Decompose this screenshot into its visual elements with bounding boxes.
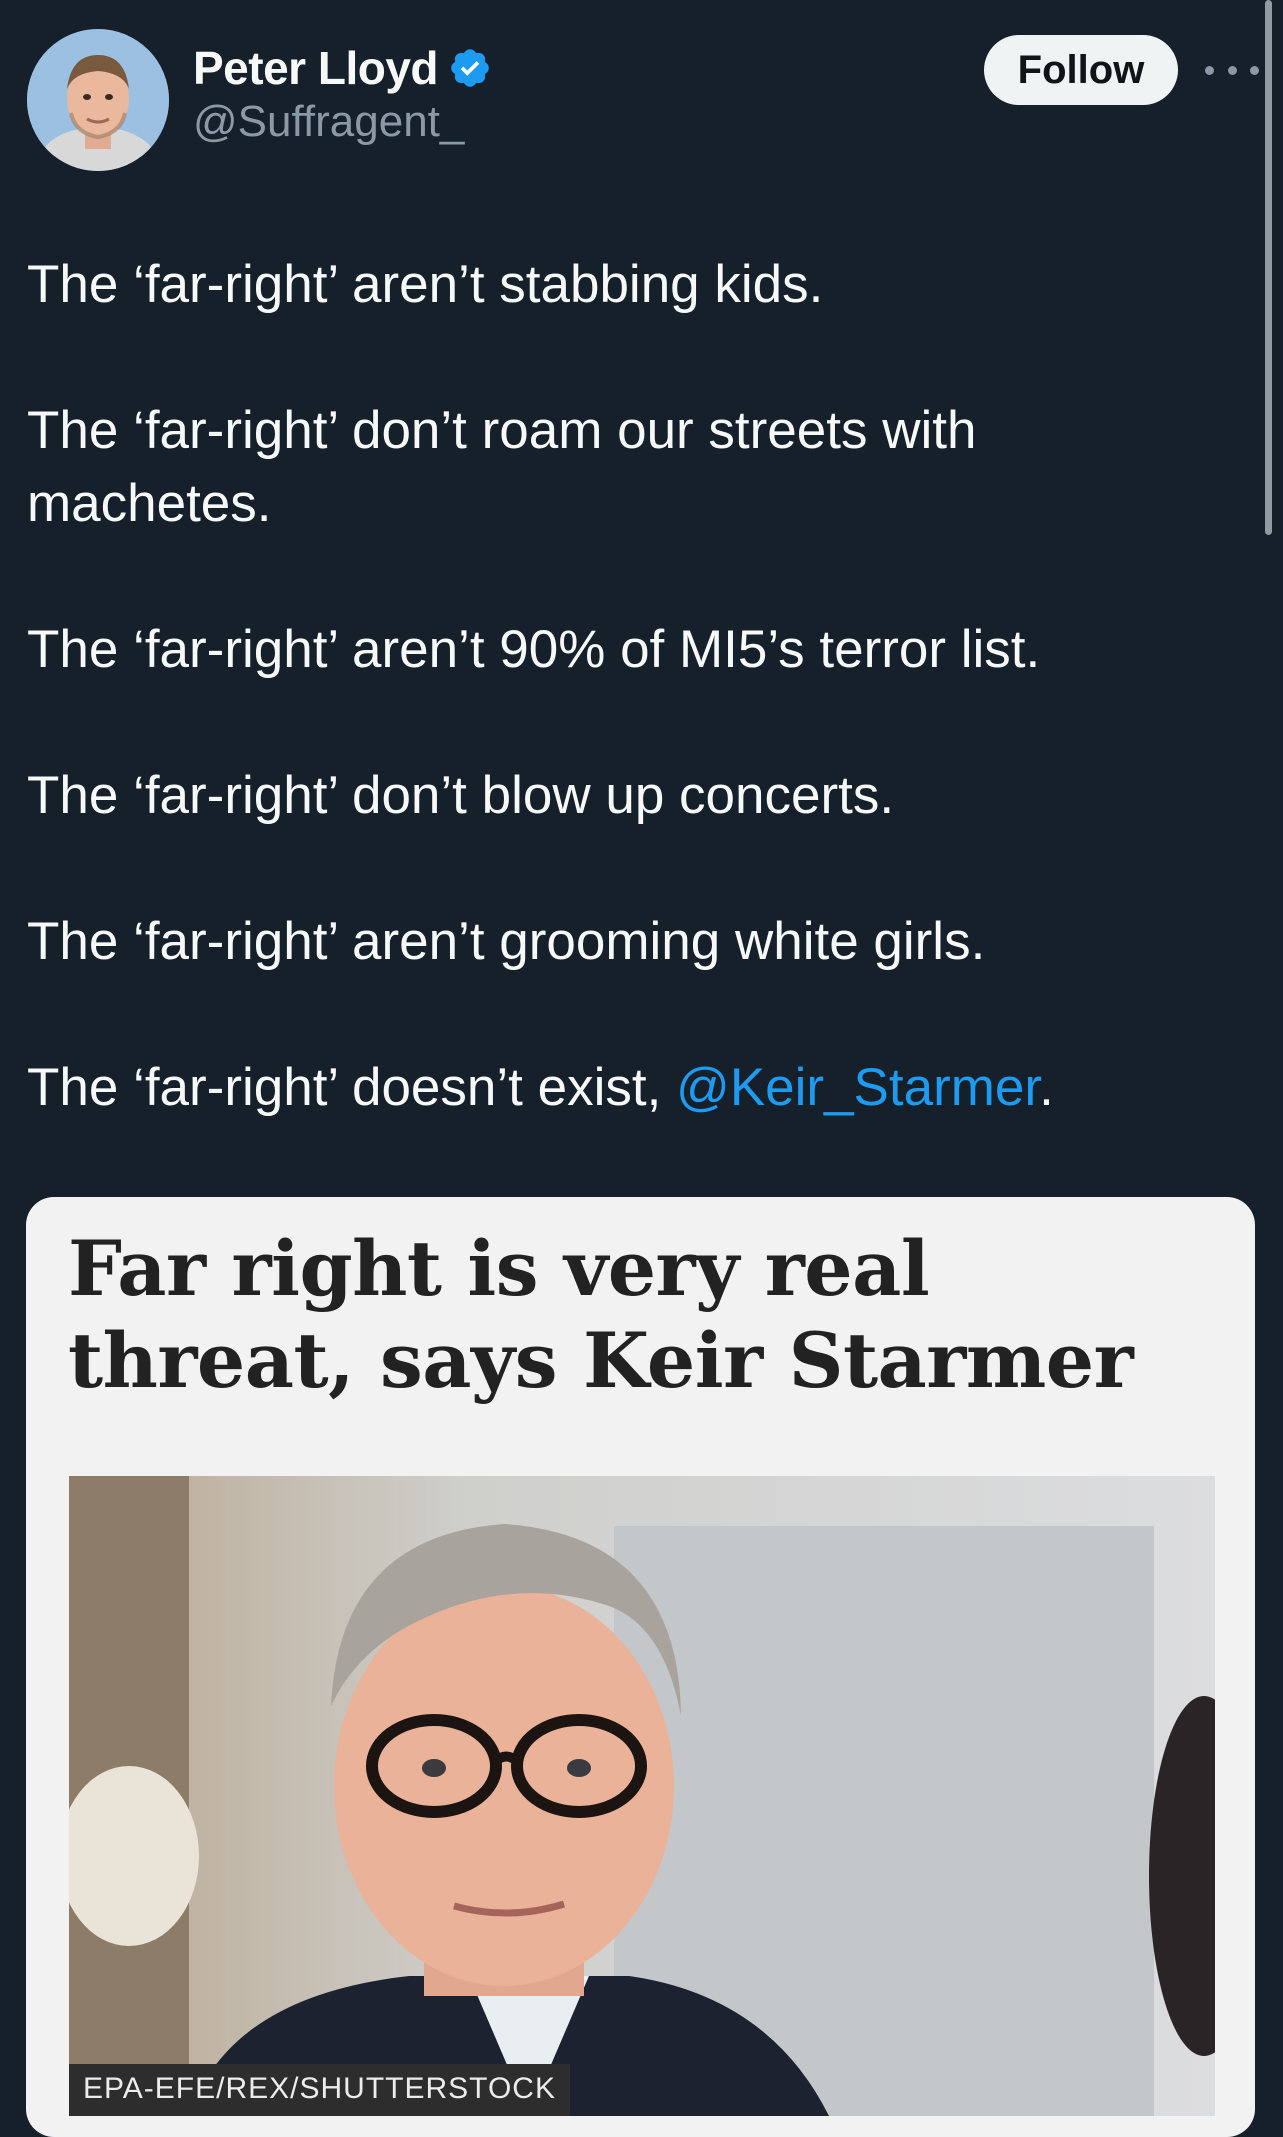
tweet-line-last: The ‘far-right’ doesn’t exist, @Keir_Sta… <box>27 1051 1227 1124</box>
more-dot <box>1227 65 1237 75</box>
avatar-image <box>27 29 169 171</box>
photo-credit: EPA-EFE/REX/SHUTTERSTOCK <box>69 2064 570 2116</box>
verified-badge-icon[interactable] <box>448 46 492 90</box>
article-headline: Far right is very real threat, says Keir… <box>68 1224 1134 1405</box>
tweet-text: The ‘far-right’ aren’t stabbing kids. Th… <box>27 248 1227 1124</box>
tweet: Peter Lloyd @Suffragent_ Follow The ‘far… <box>0 0 1283 2137</box>
tweet-line: The ‘far-right’ don’t roam our streets w… <box>27 401 977 533</box>
author-info: Peter Lloyd @Suffragent_ <box>193 41 492 147</box>
handle[interactable]: @Suffragent_ <box>193 97 492 147</box>
follow-button[interactable]: Follow <box>984 35 1178 105</box>
avatar[interactable] <box>27 29 169 171</box>
scrollbar[interactable] <box>1265 0 1272 535</box>
more-horizontal-icon[interactable] <box>1205 52 1259 88</box>
more-dot <box>1250 65 1259 75</box>
tweet-line-prefix: The ‘far-right’ doesn’t exist, <box>27 1058 677 1117</box>
tweet-line: The ‘far-right’ aren’t grooming white gi… <box>27 912 986 971</box>
mention-link[interactable]: @Keir_Starmer <box>676 1058 1039 1117</box>
media-card[interactable]: Far right is very real threat, says Keir… <box>26 1197 1255 2137</box>
more-dot <box>1205 65 1214 75</box>
tweet-line: The ‘far-right’ aren’t stabbing kids. <box>27 255 824 314</box>
portrait-image <box>69 1476 1215 2116</box>
tweet-line-suffix: . <box>1039 1058 1054 1117</box>
tweet-line: The ‘far-right’ don’t blow up concerts. <box>27 766 895 825</box>
name-row: Peter Lloyd <box>193 41 492 95</box>
article-photo: EPA-EFE/REX/SHUTTERSTOCK <box>69 1476 1215 2116</box>
tweet-header: Peter Lloyd @Suffragent_ Follow <box>27 27 1259 172</box>
display-name[interactable]: Peter Lloyd <box>193 41 439 95</box>
tweet-line: The ‘far-right’ aren’t 90% of MI5’s terr… <box>27 620 1041 679</box>
